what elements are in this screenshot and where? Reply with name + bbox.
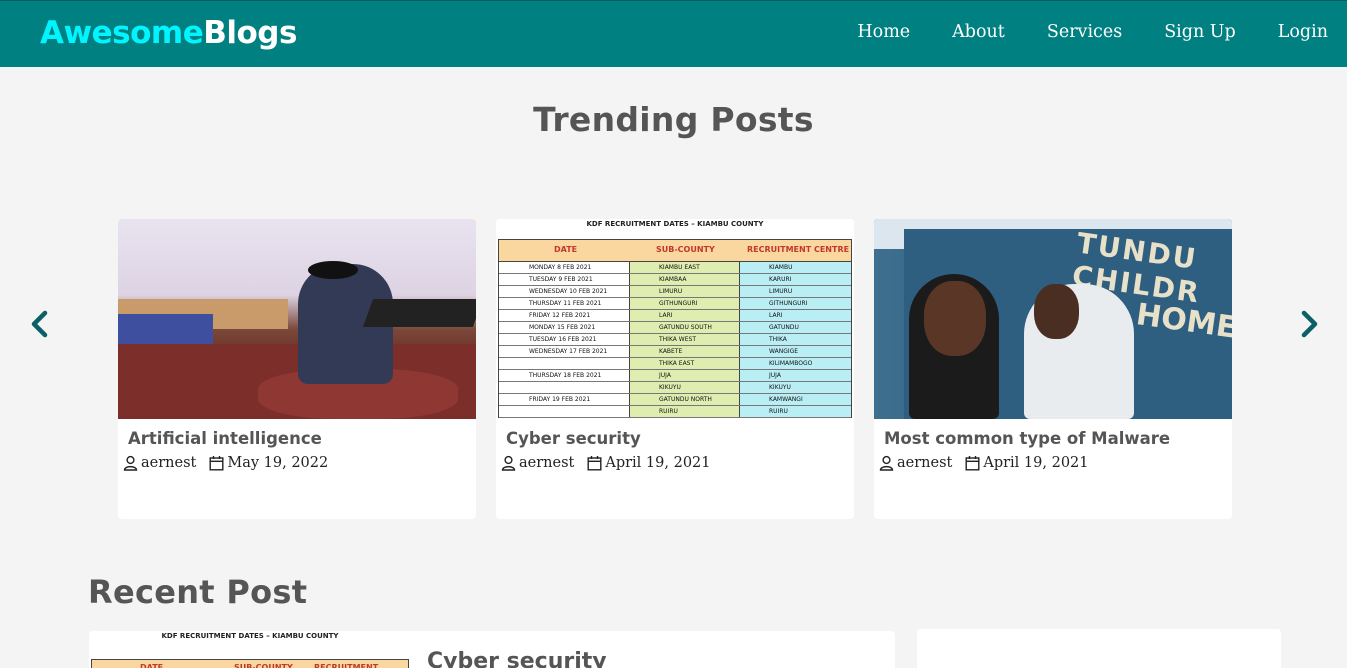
trending-post-card[interactable]: KDF RECRUITMENT DATES – KIAMBU COUNTY DA… [496,219,854,519]
user-icon [501,455,516,471]
calendar-icon [587,455,602,471]
post-thumbnail-malware[interactable]: TUNDU CHILDR HOME [874,219,1232,419]
table-image-caption: KDF RECRUITMENT DATES – KIAMBU COUNTY [586,220,764,228]
table-image-cell: RUIRU [769,408,788,415]
table-image-cell: KILIMAMBOGO [769,360,813,367]
post-thumbnail-ai[interactable] [118,219,476,419]
post-date: April 19, 2021 [605,455,711,471]
table-image-cell: LIMURU [659,288,683,295]
table-image-cell: MONDAY 15 FEB 2021 [529,324,596,331]
table-image-row: TUESDAY 16 FEB 2021 THIKA WEST THIKA [499,334,851,346]
brand-logo-part1: Awesome [40,15,204,51]
table-image-cell: TUESDAY 16 FEB 2021 [529,336,597,343]
table-image-row: FRIDAY 12 FEB 2021 LARI LARI [499,310,851,322]
post-author: aernest [897,455,953,471]
trending-title: Trending Posts [533,100,814,139]
table-image-cell: KIAMBU EAST [659,264,700,271]
table-image-row: WEDNESDAY 17 FEB 2021 KABETE WANGIGE [499,346,851,358]
table-image-cell: FRIDAY 12 FEB 2021 [529,312,591,319]
brand-logo-part2: Blogs [203,15,297,51]
post-author: aernest [519,455,575,471]
table-image-cell: GITHUNGURI [659,300,698,307]
table-image-row: THIKA EAST KILIMAMBOGO [499,358,851,370]
post-meta: aernest April 19, 2021 [879,455,1089,471]
navbar: AwesomeBlogs Home About Services Sign Up… [0,0,1347,67]
recent-post-heading: Recent Post [88,573,308,611]
table-image-row: THURSDAY 11 FEB 2021 GITHUNGURI GITHUNGURI [499,298,851,310]
table-image-row: WEDNESDAY 10 FEB 2021 LIMURU LIMURU [499,286,851,298]
table-image-cell: WEDNESDAY 17 FEB 2021 [529,348,608,355]
table-image-cell: KABETE [659,348,683,355]
table-image-cell: WANGIGE [769,348,799,355]
table-image-cell: JUJA [659,372,671,379]
table-image-row: FRIDAY 19 FEB 2021 GATUNDU NORTH KAMWANGI [499,394,851,406]
table-image-row: TUESDAY 9 FEB 2021 KIAMBAA KARURI [499,274,851,286]
post-title[interactable]: Cyber security [506,429,641,448]
table-image-row: KIKUYU KIKUYU [499,382,851,394]
table-image-cell: JUJA [769,372,781,379]
table-image-cell: KIAMBAA [659,276,687,283]
nav-link-services[interactable]: Services [1047,22,1122,42]
table-image-caption: KDF RECRUITMENT DATES – KIAMBU COUNTY [161,632,339,640]
table-image-cell: KIAMBU [769,264,793,271]
nav-links: Home About Services Sign Up Login [815,22,1328,42]
trending-post-card[interactable]: TUNDU CHILDR HOME Most common type of Ma… [874,219,1232,519]
table-image-cell: GATUNDU [769,324,799,331]
table-image-cell: THURSDAY 18 FEB 2021 [529,372,602,379]
table-image-cell: GITHUNGURI [769,300,808,307]
nav-link-sign-up[interactable]: Sign Up [1164,22,1236,42]
table-image-cell: MONDAY 8 FEB 2021 [529,264,592,271]
table-image-cell: KAMWANGI [769,396,803,403]
post-thumbnail-cyber-security[interactable]: KDF RECRUITMENT DATES – KIAMBU COUNTY DA… [496,219,854,419]
nav-link-login[interactable]: Login [1278,22,1328,42]
user-icon [123,455,138,471]
table-image-cell: GATUNDU NORTH [659,396,712,403]
carousel-prev-button[interactable] [28,308,52,340]
post-author: aernest [141,455,197,471]
table-image-cell: RUIRU [659,408,678,415]
table-image-cell: TUESDAY 9 FEB 2021 [529,276,593,283]
table-image-cell: WEDNESDAY 10 FEB 2021 [529,288,608,295]
post-meta: aernest May 19, 2022 [123,455,328,471]
table-image-cell: THIKA WEST [659,336,696,343]
table-image-cell: LARI [769,312,783,319]
table-image-cell: KIKUYU [659,384,681,391]
table-image-row: MONDAY 15 FEB 2021 GATUNDU SOUTH GATUNDU [499,322,851,334]
calendar-icon [965,455,980,471]
nav-link-home[interactable]: Home [857,22,910,42]
recent-post-title[interactable]: Cyber security [427,649,607,668]
table-image-cell: THIKA EAST [659,360,695,367]
table-image-cell: KARURI [769,276,792,283]
calendar-icon [209,455,224,471]
post-date: April 19, 2021 [983,455,1089,471]
table-image-cell: KIKUYU [769,384,791,391]
post-date: May 19, 2022 [227,455,329,471]
post-title[interactable]: Most common type of Malware [884,429,1170,448]
table-image-cell: GATUNDU SOUTH [659,324,712,331]
table-image-cell: THIKA [769,336,787,343]
table-image-row: THURSDAY 18 FEB 2021 JUJA JUJA [499,370,851,382]
post-meta: aernest April 19, 2021 [501,455,711,471]
sidebar-box [917,629,1281,668]
table-image-cell: FRIDAY 19 FEB 2021 [529,396,591,403]
brand-logo[interactable]: AwesomeBlogs [40,15,297,51]
post-title[interactable]: Artificial intelligence [128,429,322,448]
recent-post-thumbnail[interactable]: KDF RECRUITMENT DATES – KIAMBU COUNTY DA… [89,631,411,668]
table-image-row: MONDAY 8 FEB 2021 KIAMBU EAST KIAMBU [499,262,851,274]
chevron-right-icon [1301,310,1318,338]
user-icon [879,455,894,471]
chevron-left-icon [31,310,48,338]
table-image-cell: LARI [659,312,673,319]
table-image-cell: THURSDAY 11 FEB 2021 [529,300,602,307]
nav-link-about[interactable]: About [952,22,1005,42]
table-image-cell: LIMURU [769,288,793,295]
table-image-row: RUIRU RUIRU [499,406,851,418]
trending-post-card[interactable]: Artificial intelligence aernest May 19, … [118,219,476,519]
recent-post-card[interactable]: KDF RECRUITMENT DATES – KIAMBU COUNTY DA… [89,631,895,668]
carousel-next-button[interactable] [1297,308,1321,340]
